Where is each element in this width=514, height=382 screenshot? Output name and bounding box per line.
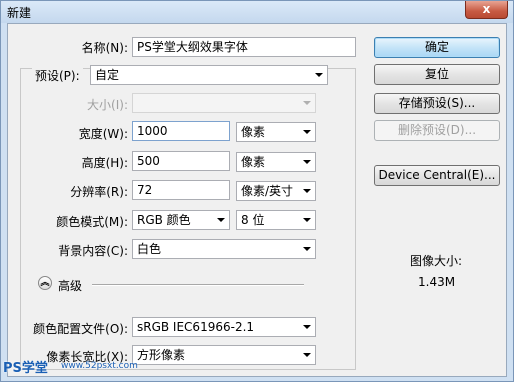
delete-preset-button: 删除预设(D)... xyxy=(374,120,500,141)
color-profile-select[interactable]: sRGB IEC61966-2.1 xyxy=(132,317,316,337)
watermark: PS学堂 www.52psxt.com xyxy=(1,355,161,377)
title-bar[interactable]: 新建 x xyxy=(1,1,513,23)
height-input[interactable]: 500 xyxy=(132,151,230,171)
resolution-input[interactable]: 72 xyxy=(132,180,230,200)
close-button[interactable]: x xyxy=(465,1,508,19)
preset-label: 预设(P): xyxy=(32,67,83,84)
image-size-label: 图像大小: xyxy=(410,254,463,268)
advanced-divider xyxy=(92,284,304,286)
bit-depth-select[interactable]: 8 位 xyxy=(236,210,316,230)
size-select xyxy=(132,93,316,113)
ok-button[interactable]: 确定 xyxy=(374,37,500,58)
color-profile-label: 颜色配置文件(O): xyxy=(33,322,128,336)
name-input[interactable]: PS学堂大纲效果字体 xyxy=(132,37,356,57)
height-label: 高度(H): xyxy=(81,156,128,170)
resolution-label: 分辨率(R): xyxy=(70,185,128,199)
new-document-dialog: 新建 x 名称(N): PS学堂大纲效果字体 预设(P): 自定 大小(I): … xyxy=(0,0,514,382)
chevron-down-icon xyxy=(217,218,225,222)
chevron-down-icon xyxy=(303,247,311,251)
save-preset-button[interactable]: 存储预设(S)... xyxy=(374,93,500,114)
resolution-unit-select[interactable]: 像素/英寸 xyxy=(236,181,316,201)
width-input[interactable]: 1000 xyxy=(132,121,230,141)
image-size-value: 1.43M xyxy=(418,275,456,289)
color-mode-value: RGB 颜色 xyxy=(137,213,191,227)
background-contents-select[interactable]: 白色 xyxy=(132,239,316,259)
dialog-title: 新建 xyxy=(7,6,32,20)
advanced-label: 高级 xyxy=(58,279,83,293)
chevron-down-icon xyxy=(315,73,323,77)
chevron-double-up-icon: ︽ xyxy=(40,278,50,288)
device-central-button[interactable]: Device Central(E)... xyxy=(374,165,500,186)
watermark-logo: PS学堂 xyxy=(3,361,48,376)
height-unit-value: 像素 xyxy=(241,155,266,169)
chevron-down-icon xyxy=(303,101,311,105)
background-contents-label: 背景内容(C): xyxy=(58,244,128,258)
reset-button[interactable]: 复位 xyxy=(374,64,500,85)
chevron-down-icon xyxy=(303,189,311,193)
chevron-down-icon xyxy=(303,218,311,222)
width-unit-select[interactable]: 像素 xyxy=(236,122,316,142)
width-unit-value: 像素 xyxy=(241,125,266,139)
dialog-body: 名称(N): PS学堂大纲效果字体 预设(P): 自定 大小(I): 宽度(W)… xyxy=(7,23,507,377)
preset-select[interactable]: 自定 xyxy=(90,65,328,85)
name-label: 名称(N): xyxy=(81,41,128,55)
color-profile-value: sRGB IEC61966-2.1 xyxy=(137,320,255,334)
close-icon: x xyxy=(482,2,491,16)
chevron-down-icon xyxy=(303,160,311,164)
chevron-down-icon xyxy=(303,325,311,329)
size-label: 大小(I): xyxy=(87,98,128,112)
chevron-down-icon xyxy=(303,130,311,134)
height-unit-select[interactable]: 像素 xyxy=(236,152,316,172)
chevron-down-icon xyxy=(303,353,311,357)
background-contents-value: 白色 xyxy=(137,242,162,256)
color-mode-select[interactable]: RGB 颜色 xyxy=(132,210,230,230)
watermark-site: www.52psxt.com xyxy=(61,361,138,371)
resolution-unit-value: 像素/英寸 xyxy=(241,184,294,198)
width-label: 宽度(W): xyxy=(78,127,128,141)
preset-value: 自定 xyxy=(95,68,120,82)
advanced-toggle[interactable]: ︽ xyxy=(38,276,52,290)
color-mode-label: 颜色模式(M): xyxy=(56,215,128,229)
bit-depth-value: 8 位 xyxy=(241,213,265,227)
